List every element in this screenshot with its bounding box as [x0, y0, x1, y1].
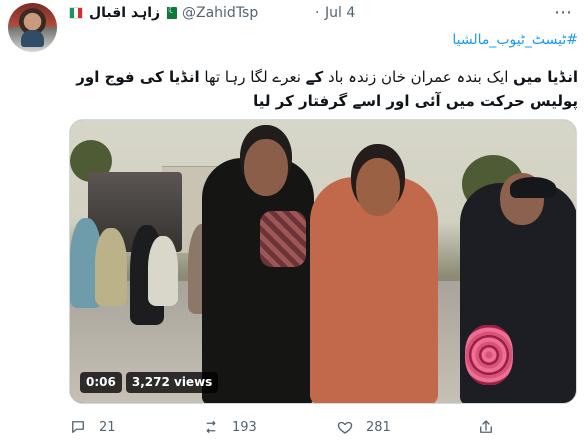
- tweet-card[interactable]: زاہد اقبال @ZahidTsp · Jul 4 ⋯ #ٹیسٹ_ٹیو…: [0, 0, 588, 442]
- reply-count: 21: [99, 419, 116, 435]
- like-count: 281: [366, 419, 391, 435]
- tweet-text-line: پولیس حرکت میں آئی اور اسے گرفتار کر لیا: [253, 92, 578, 110]
- italy-flag-icon: [69, 7, 83, 19]
- crowd-person: [95, 228, 127, 306]
- flower-garland: [465, 325, 513, 385]
- hashtag-link[interactable]: #ٹیسٹ_ٹیوب_مالشیا: [452, 32, 578, 48]
- person-center: [310, 158, 438, 403]
- police-cap: [510, 177, 556, 198]
- tweet-header: زاہد اقبال @ZahidTsp · Jul 4 ⋯: [69, 2, 579, 25]
- share-button[interactable]: [477, 416, 495, 438]
- tweet-text: انڈیا میں ایک بندہ عمران خان زندہ باد کے…: [73, 65, 578, 113]
- retweet-button[interactable]: 193: [202, 416, 257, 438]
- like-icon: [337, 421, 353, 434]
- retweet-icon: [206, 421, 216, 433]
- reply-button[interactable]: 21: [69, 416, 116, 438]
- tweet-text-segment: انڈیا میں: [513, 68, 578, 86]
- video-views: 3,272 views: [125, 372, 219, 393]
- crowd-person: [148, 236, 178, 306]
- retweet-count: 193: [232, 419, 257, 435]
- person-left: [202, 139, 314, 403]
- date-separator: ·: [315, 5, 320, 21]
- scarf: [260, 211, 306, 267]
- reply-icon: [72, 421, 84, 433]
- author-handle[interactable]: @ZahidTsp: [182, 5, 258, 21]
- avatar[interactable]: [8, 3, 57, 52]
- tweet-text-segment: کے: [305, 68, 324, 86]
- tweet-text-segment: ایک بندہ عمران خان زندہ باد: [323, 68, 514, 86]
- video-player[interactable]: 0:06 3,272 views: [69, 119, 577, 404]
- video-duration: 0:06: [80, 372, 122, 393]
- tweet-actions: 21 193 281: [69, 416, 579, 438]
- tweet-text-segment: انڈیا کی فوج اور: [76, 68, 200, 86]
- video-badges: 0:06 3,272 views: [80, 372, 219, 393]
- like-button[interactable]: 281: [336, 416, 391, 438]
- share-icon: [480, 420, 492, 433]
- author-name[interactable]: زاہد اقبال: [89, 5, 160, 21]
- tweet-date[interactable]: Jul 4: [325, 5, 355, 21]
- more-icon[interactable]: ⋯: [554, 2, 573, 23]
- pakistan-flag-icon: [163, 5, 177, 19]
- tweet-text-segment: نعرے لگا رہا تھا: [199, 68, 306, 86]
